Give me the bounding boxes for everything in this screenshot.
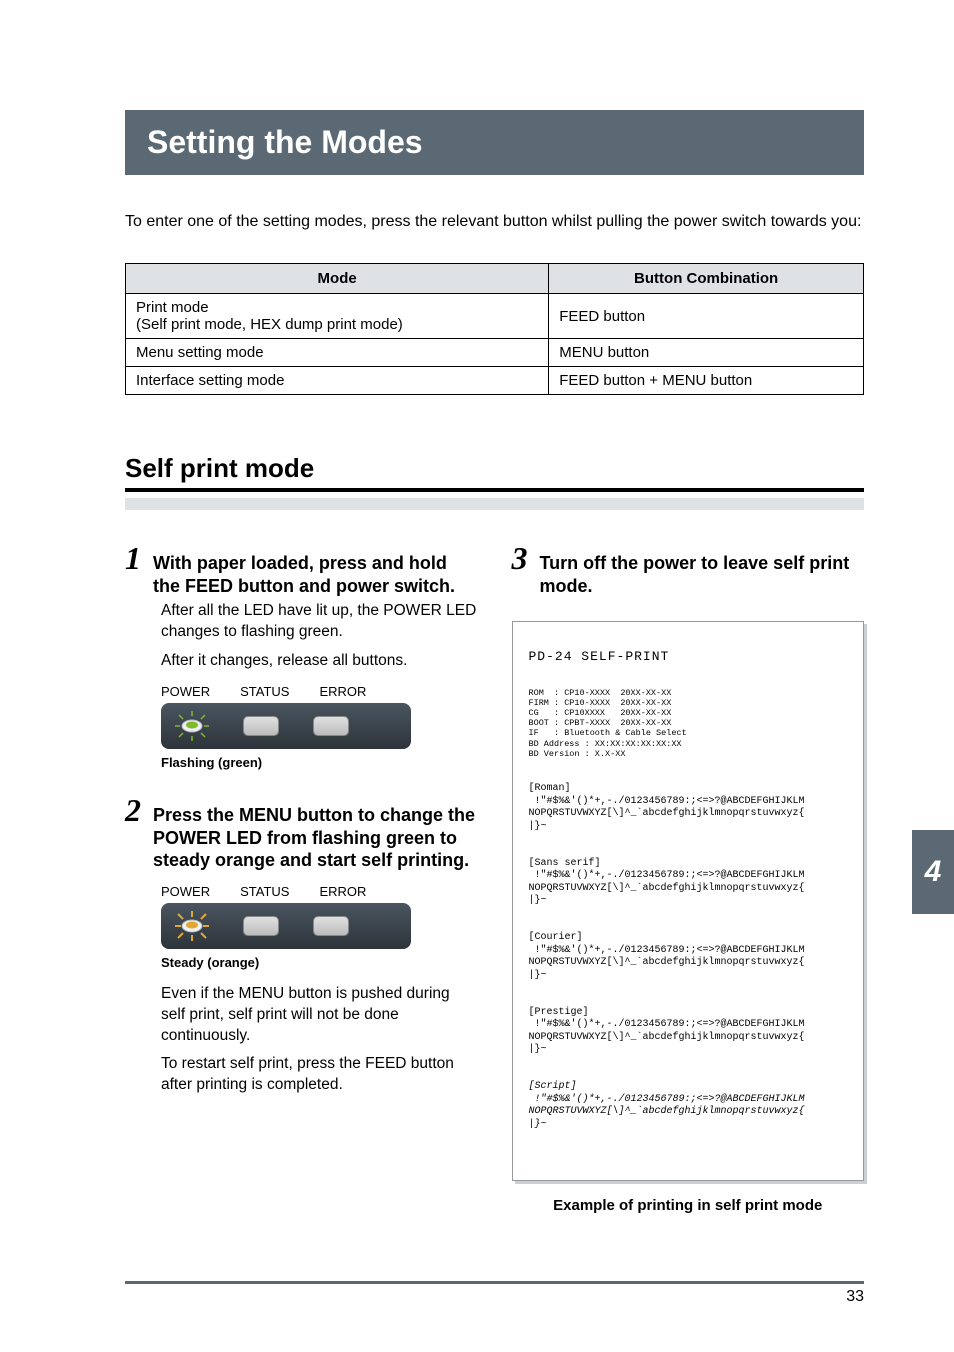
font-sample: |}~ bbox=[529, 1119, 547, 1130]
table-row: Interface setting mode FEED button + MEN… bbox=[126, 367, 864, 395]
font-sample: NOPQRSTUVWXYZ[\]^_`abcdefghijklmnopqrstu… bbox=[529, 1032, 805, 1043]
font-name: [Roman] bbox=[529, 783, 571, 794]
status-label: STATUS bbox=[240, 684, 289, 699]
font-name: [Script] bbox=[529, 1081, 577, 1092]
step-title: Turn off the power to leave self print m… bbox=[540, 552, 865, 597]
chapter-tab: 4 bbox=[912, 830, 954, 914]
font-sample: |}~ bbox=[529, 895, 547, 906]
led-caption: Steady (orange) bbox=[161, 955, 478, 970]
power-label: POWER bbox=[161, 884, 210, 899]
power-led-flashing-icon bbox=[175, 711, 209, 741]
step-title: Press the MENU button to change the POWE… bbox=[153, 804, 478, 872]
font-sample: |}~ bbox=[529, 970, 547, 981]
mode-cell: Interface setting mode bbox=[126, 367, 549, 395]
section-underline bbox=[125, 498, 864, 510]
step-2: 2 Press the MENU button to change the PO… bbox=[125, 794, 478, 1096]
selfprint-meta: ROM : CP10-XXXX 20XX-XX-XX FIRM : CP10-X… bbox=[529, 688, 848, 759]
font-sample: !"#$%&'()*+,-./0123456789:;<=>?@ABCDEFGH… bbox=[529, 1019, 805, 1030]
step-number: 1 bbox=[125, 542, 141, 574]
power-label: POWER bbox=[161, 684, 210, 699]
step-number: 3 bbox=[512, 542, 528, 574]
error-label: ERROR bbox=[319, 884, 366, 899]
status-led-icon bbox=[243, 716, 279, 736]
step-body-text: To restart self print, press the FEED bu… bbox=[161, 1054, 478, 1096]
font-sample: |}~ bbox=[529, 1044, 547, 1055]
step-body-text: Even if the MENU button is pushed during… bbox=[161, 984, 478, 1047]
font-sample: |}~ bbox=[529, 821, 547, 832]
mode-cell: Menu setting mode bbox=[126, 339, 549, 367]
font-sample: NOPQRSTUVWXYZ[\]^_`abcdefghijklmnopqrstu… bbox=[529, 957, 805, 968]
step-title: With paper loaded, press and hold the FE… bbox=[153, 552, 478, 597]
self-print-example: PD-24 SELF-PRINT ROM : CP10-XXXX 20XX-XX… bbox=[512, 621, 865, 1181]
font-sample: !"#$%&'()*+,-./0123456789:;<=>?@ABCDEFGH… bbox=[529, 945, 805, 956]
step-number: 2 bbox=[125, 794, 141, 826]
table-row: Menu setting mode MENU button bbox=[126, 339, 864, 367]
power-led-steady-icon bbox=[175, 911, 209, 941]
step-body-text: After it changes, release all buttons. bbox=[161, 651, 478, 672]
led-diagram: POWER STATUS ERROR bbox=[161, 684, 478, 770]
font-sample: !"#$%&'()*+,-./0123456789:;<=>?@ABCDEFGH… bbox=[529, 1094, 805, 1105]
font-sample: NOPQRSTUVWXYZ[\]^_`abcdefghijklmnopqrstu… bbox=[529, 808, 805, 819]
button-cell: FEED button bbox=[549, 294, 864, 339]
led-diagram: POWER STATUS ERROR bbox=[161, 884, 478, 970]
page-number: 33 bbox=[125, 1288, 864, 1306]
status-led-icon bbox=[243, 916, 279, 936]
step-3: 3 Turn off the power to leave self print… bbox=[512, 542, 865, 597]
font-sample: NOPQRSTUVWXYZ[\]^_`abcdefghijklmnopqrstu… bbox=[529, 1106, 805, 1117]
step-1: 1 With paper loaded, press and hold the … bbox=[125, 542, 478, 770]
button-cell: MENU button bbox=[549, 339, 864, 367]
table-row: Print mode (Self print mode, HEX dump pr… bbox=[126, 294, 864, 339]
font-sample: NOPQRSTUVWXYZ[\]^_`abcdefghijklmnopqrstu… bbox=[529, 883, 805, 894]
intro-text: To enter one of the setting modes, press… bbox=[125, 211, 864, 233]
section-heading: Self print mode bbox=[125, 453, 864, 492]
font-sample: !"#$%&'()*+,-./0123456789:;<=>?@ABCDEFGH… bbox=[529, 870, 805, 881]
font-name: [Sans serif] bbox=[529, 858, 601, 869]
error-led-icon bbox=[313, 716, 349, 736]
button-header: Button Combination bbox=[549, 264, 864, 294]
modes-table: Mode Button Combination Print mode (Self… bbox=[125, 263, 864, 395]
font-name: [Prestige] bbox=[529, 1007, 589, 1018]
font-name: [Courier] bbox=[529, 932, 583, 943]
selfprint-title: PD-24 SELF-PRINT bbox=[529, 649, 848, 665]
error-led-icon bbox=[313, 916, 349, 936]
page-footer: 33 bbox=[125, 1281, 864, 1306]
error-label: ERROR bbox=[319, 684, 366, 699]
led-caption: Flashing (green) bbox=[161, 755, 478, 770]
step-body-text: After all the LED have lit up, the POWER… bbox=[161, 601, 478, 643]
status-label: STATUS bbox=[240, 884, 289, 899]
mode-header: Mode bbox=[126, 264, 549, 294]
button-cell: FEED button + MENU button bbox=[549, 367, 864, 395]
page-title: Setting the Modes bbox=[125, 110, 864, 175]
example-caption: Example of printing in self print mode bbox=[512, 1197, 865, 1214]
font-sample: !"#$%&'()*+,-./0123456789:;<=>?@ABCDEFGH… bbox=[529, 796, 805, 807]
mode-cell: Print mode (Self print mode, HEX dump pr… bbox=[126, 294, 549, 339]
